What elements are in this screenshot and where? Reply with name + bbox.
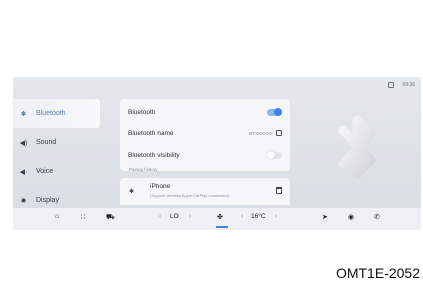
temp-increase-button[interactable]: › bbox=[275, 213, 277, 220]
edit-icon[interactable] bbox=[276, 130, 282, 136]
bluetooth-name-value: BTXXXXXX bbox=[249, 130, 273, 136]
bottom-dock: ⌂ ∷ ⛟ ‹ LO › ✤ ‹ 16°C › ➤ ◉ ✆ bbox=[13, 208, 421, 230]
bluetooth-watermark-icon bbox=[338, 115, 376, 179]
bluetooth-settings-panel: Bluetooth Bluetooth name BTXXXXXX Blueto… bbox=[120, 99, 290, 171]
device-name: iPhone bbox=[150, 183, 171, 190]
speaker-icon: ◀) bbox=[19, 139, 28, 147]
paired-device-item[interactable]: ✱ iPhone (Support wireless Apple CarPlay… bbox=[120, 178, 290, 205]
sidebar-item-bluetooth[interactable]: ✱ Bluetooth bbox=[13, 99, 100, 128]
bluetooth-label: Bluetooth bbox=[128, 108, 156, 116]
sidebar-item-label: Voice bbox=[36, 168, 54, 175]
apps-icon[interactable]: ∷ bbox=[81, 213, 85, 221]
car-icon[interactable]: ⛟ bbox=[106, 213, 115, 222]
bluetooth-icon: ✱ bbox=[129, 189, 135, 195]
bluetooth-row: Bluetooth bbox=[128, 102, 282, 122]
page: 09:36 ✱ Bluetooth ◀) Sound ◀· Voice ✹ Di… bbox=[0, 0, 423, 284]
pairing-history-label: Pairing history bbox=[129, 167, 158, 172]
media-icon[interactable]: ◉ bbox=[348, 213, 354, 221]
sidebar-item-sound[interactable]: ◀) Sound bbox=[13, 128, 100, 157]
bluetooth-name-row[interactable]: Bluetooth name BTXXXXXX bbox=[128, 123, 282, 143]
fan-decrease-button[interactable]: ‹ bbox=[159, 213, 161, 220]
delete-icon[interactable] bbox=[276, 187, 282, 194]
phone-icon[interactable]: ✆ bbox=[374, 213, 380, 221]
device-subtitle: (Support wireless Apple CarPlay connecti… bbox=[150, 193, 230, 198]
bluetooth-visibility-row: Bluetooth visibility bbox=[128, 145, 282, 165]
figure-code: OMT1E-2052 bbox=[335, 265, 420, 281]
bluetooth-visibility-toggle[interactable] bbox=[267, 151, 282, 159]
navigation-icon[interactable]: ➤ bbox=[322, 213, 328, 221]
clock: 09:36 bbox=[402, 82, 415, 88]
bluetooth-visibility-label: Bluetooth visibility bbox=[128, 151, 180, 159]
sidebar-item-label: Display bbox=[36, 197, 59, 204]
bluetooth-toggle[interactable] bbox=[267, 108, 282, 116]
fan-icon[interactable]: ✤ bbox=[217, 213, 223, 221]
fan-indicator bbox=[216, 226, 228, 228]
temperature-value: 16°C bbox=[251, 213, 266, 220]
sidebar-item-label: Bluetooth bbox=[36, 110, 66, 117]
bluetooth-icon: ✱ bbox=[20, 110, 27, 118]
voice-icon: ◀· bbox=[19, 168, 28, 176]
sidebar-item-voice[interactable]: ◀· Voice bbox=[13, 157, 100, 186]
settings-sidebar: ✱ Bluetooth ◀) Sound ◀· Voice ✹ Display bbox=[13, 99, 100, 215]
head-unit-screen: 09:36 ✱ Bluetooth ◀) Sound ◀· Voice ✹ Di… bbox=[13, 77, 421, 230]
brightness-icon: ✹ bbox=[20, 197, 27, 205]
home-icon[interactable]: ⌂ bbox=[55, 213, 59, 220]
status-bar: 09:36 bbox=[388, 82, 415, 88]
fan-level: LO bbox=[170, 213, 179, 220]
bluetooth-name-label: Bluetooth name bbox=[128, 129, 174, 137]
fan-increase-button[interactable]: › bbox=[189, 213, 191, 220]
temp-decrease-button[interactable]: ‹ bbox=[241, 213, 243, 220]
phone-connection-icon bbox=[388, 82, 395, 88]
sidebar-item-label: Sound bbox=[36, 139, 57, 146]
